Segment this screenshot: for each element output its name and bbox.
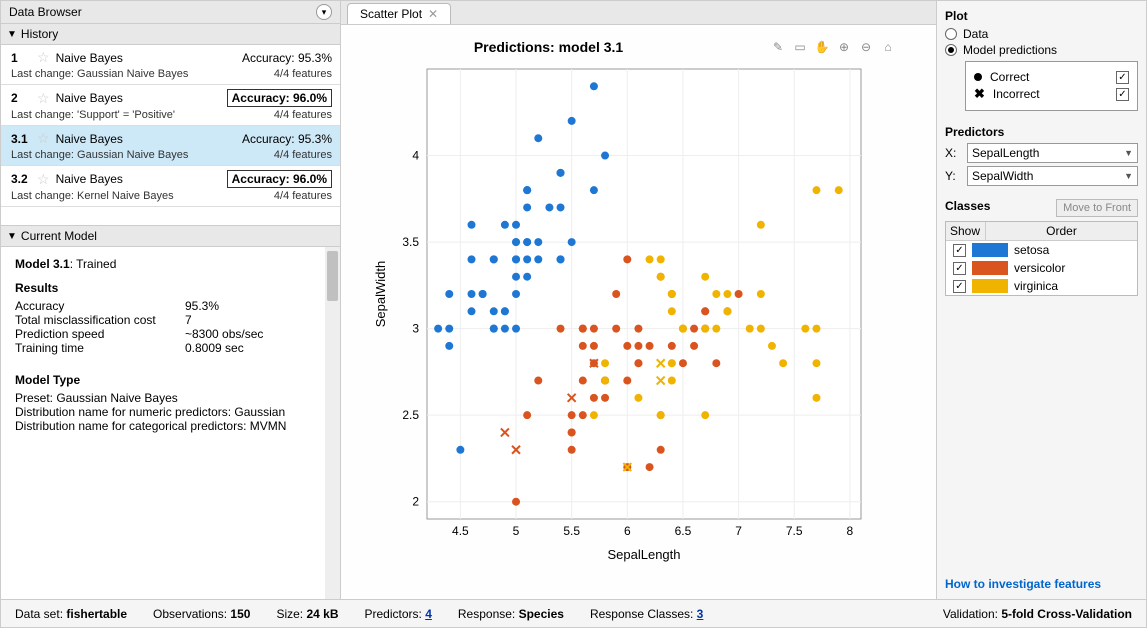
svg-text:SepalLength: SepalLength xyxy=(607,547,680,562)
chart-area: Predictions: model 3.1 ✎ ▭ ✋ ⊕ ⊖ ⌂ 4.5 5 5… xyxy=(341,25,936,599)
svg-text:7: 7 xyxy=(735,524,742,538)
star-icon[interactable]: ☆ xyxy=(37,90,50,107)
svg-text:2: 2 xyxy=(412,495,419,509)
pan-icon[interactable]: ✋ xyxy=(814,39,830,55)
tab-bar: Scatter Plot ✕ xyxy=(341,1,936,25)
scatter-plot[interactable]: 4.5 5 5.5 6 6.5 7 7.5 8 2 2.5 3 3.5 4 SepalLength Sepa… xyxy=(371,65,871,565)
checkbox-correct[interactable]: ✓ xyxy=(1116,71,1129,84)
zoom-out-icon[interactable]: ⊖ xyxy=(858,39,874,55)
results-heading: Results xyxy=(15,281,330,295)
svg-text:6: 6 xyxy=(624,524,631,538)
class-checkbox[interactable]: ✓ xyxy=(953,280,966,293)
radio-data[interactable]: Data xyxy=(945,27,1138,41)
svg-text:5: 5 xyxy=(513,524,520,538)
how-to-link[interactable]: How to investigate features xyxy=(945,577,1138,591)
move-to-front-button[interactable]: Move to Front xyxy=(1056,199,1138,217)
checkbox-incorrect[interactable]: ✓ xyxy=(1116,88,1129,101)
svg-text:3: 3 xyxy=(412,322,419,336)
history-header[interactable]: ▼ History xyxy=(1,24,340,45)
datatip-icon[interactable]: ▭ xyxy=(792,39,808,55)
star-icon[interactable]: ☆ xyxy=(37,130,50,147)
history-item[interactable]: 3.1☆Naive BayesAccuracy: 95.3%Last chang… xyxy=(1,126,340,166)
chart-title: Predictions: model 3.1 xyxy=(341,39,756,55)
history-list: 1☆Naive BayesAccuracy: 95.3%Last change:… xyxy=(1,45,340,225)
svg-text:3.5: 3.5 xyxy=(402,235,419,249)
predictors-title: Predictors xyxy=(945,125,1138,139)
svg-text:2.5: 2.5 xyxy=(402,408,419,422)
svg-text:8: 8 xyxy=(847,524,854,538)
classes-title: Classes xyxy=(945,199,990,213)
current-model-panel: ▼ Current Model Model 3.1: Trained Resul… xyxy=(1,225,340,599)
left-panel: Data Browser ▾ ▼ History 1☆Naive BayesAc… xyxy=(1,1,341,599)
chevron-down-icon: ▼ xyxy=(7,29,17,40)
class-row[interactable]: ✓virginica xyxy=(946,277,1137,295)
current-model-body: Model 3.1: Trained Results Accuracy95.3%… xyxy=(1,247,340,599)
star-icon[interactable]: ☆ xyxy=(37,49,50,66)
dropdown-y[interactable]: SepalWidth▼ xyxy=(967,166,1138,186)
scrollbar[interactable] xyxy=(325,247,340,599)
plot-section-title: Plot xyxy=(945,9,1138,23)
home-icon[interactable]: ⌂ xyxy=(880,39,896,55)
class-checkbox[interactable]: ✓ xyxy=(953,244,966,257)
zoom-in-icon[interactable]: ⊕ xyxy=(836,39,852,55)
star-icon[interactable]: ☆ xyxy=(37,171,50,188)
center-panel: Scatter Plot ✕ Predictions: model 3.1 ✎ … xyxy=(341,1,936,599)
response-classes-link[interactable]: 3 xyxy=(697,607,704,621)
data-browser-title: Data Browser xyxy=(9,5,316,19)
history-item[interactable]: 1☆Naive BayesAccuracy: 95.3%Last change:… xyxy=(1,45,340,85)
right-panel: Plot Data Model predictions Correct✓ ✖In… xyxy=(936,1,1146,599)
history-item[interactable]: 2☆Naive BayesAccuracy: 96.0%Last change:… xyxy=(1,85,340,126)
predictors-link[interactable]: 4 xyxy=(425,607,432,621)
dropdown-x[interactable]: SepalLength▼ xyxy=(967,143,1138,163)
class-row[interactable]: ✓setosa xyxy=(946,241,1137,259)
class-table: ShowOrder ✓setosa✓versicolor✓virginica xyxy=(945,221,1138,296)
radio-model-predictions[interactable]: Model predictions xyxy=(945,43,1138,57)
data-browser-header: Data Browser ▾ xyxy=(1,1,340,24)
class-row[interactable]: ✓versicolor xyxy=(946,259,1137,277)
model-type-heading: Model Type xyxy=(15,373,330,387)
chevron-down-icon: ▼ xyxy=(7,231,17,242)
brush-icon[interactable]: ✎ xyxy=(770,39,786,55)
prediction-legend: Correct✓ ✖Incorrect✓ xyxy=(965,61,1138,111)
svg-text:5.5: 5.5 xyxy=(563,524,580,538)
tab-scatter-plot[interactable]: Scatter Plot ✕ xyxy=(347,3,451,24)
close-icon[interactable]: ✕ xyxy=(428,7,438,21)
x-icon: ✖ xyxy=(974,86,985,102)
svg-text:7.5: 7.5 xyxy=(786,524,803,538)
status-bar: Data set: fishertable Observations: 150 … xyxy=(1,599,1146,627)
chart-toolbar: ✎ ▭ ✋ ⊕ ⊖ ⌂ xyxy=(770,39,896,55)
svg-text:6.5: 6.5 xyxy=(675,524,692,538)
dot-icon xyxy=(974,73,982,81)
svg-text:4: 4 xyxy=(412,149,419,163)
current-model-header[interactable]: ▼ Current Model xyxy=(1,226,340,247)
svg-text:4.5: 4.5 xyxy=(452,524,469,538)
class-checkbox[interactable]: ✓ xyxy=(953,262,966,275)
svg-text:SepalWidth: SepalWidth xyxy=(373,261,388,327)
collapse-icon[interactable]: ▾ xyxy=(316,4,332,20)
history-item[interactable]: 3.2☆Naive BayesAccuracy: 96.0%Last chang… xyxy=(1,166,340,207)
